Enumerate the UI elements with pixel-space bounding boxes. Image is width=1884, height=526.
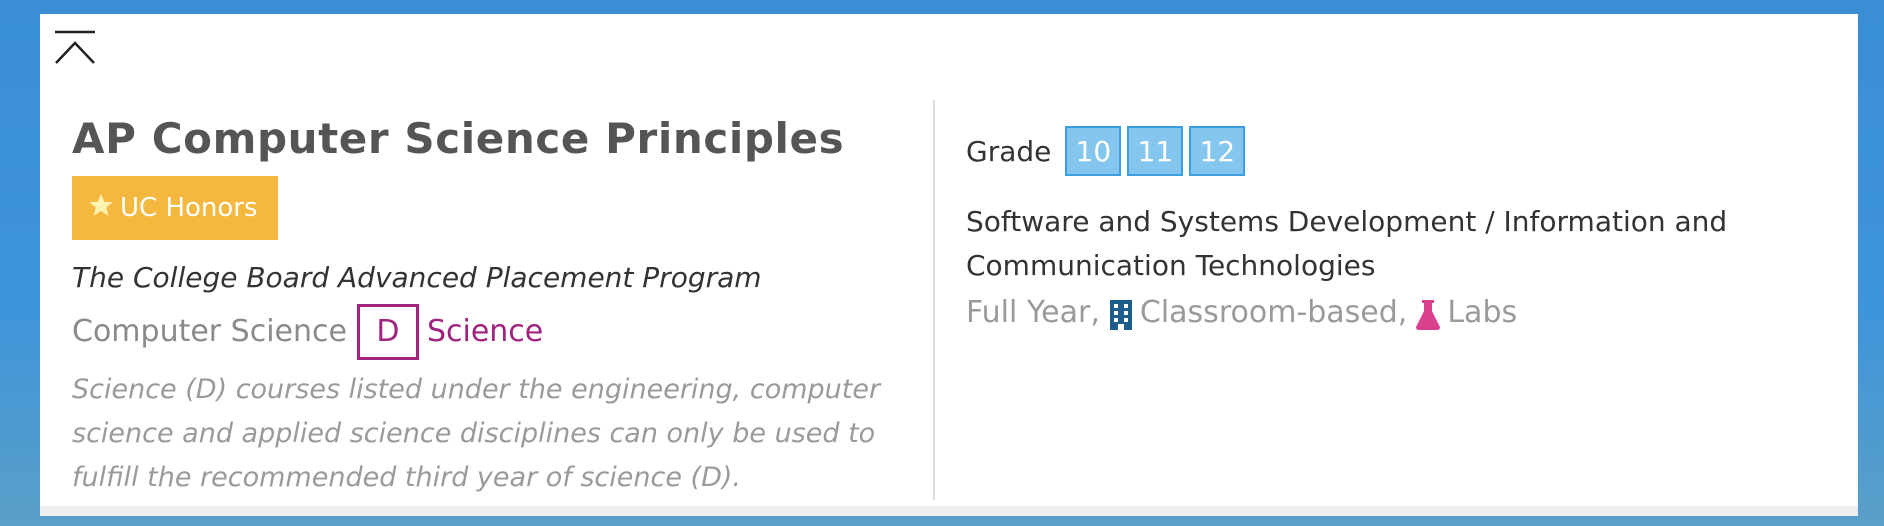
course-title: AP Computer Science Principles [72,114,845,163]
card-footer-strip [40,506,1858,516]
program-name: The College Board Advanced Placement Pro… [72,261,762,294]
collapse-icon[interactable] [54,30,96,66]
requirement-letter-badge[interactable]: D [356,304,419,360]
grade-chip: 11 [1127,126,1184,176]
course-summary: AP Computer Science Principles UC Honors… [72,110,912,500]
grade-label: Grade [966,134,1052,168]
requirement-link[interactable]: Science [427,311,543,353]
column-divider [933,100,935,500]
labs-text: Labs [1447,295,1518,330]
building-icon [1108,298,1134,330]
course-card: AP Computer Science Principles UC Honors… [40,14,1858,516]
format-text: Classroom-based, [1139,295,1408,330]
course-attributes: Full Year, Classroom-based, Labs [966,290,1826,336]
pathway-name: Software and Systems Development / Infor… [966,205,1728,282]
course-details: Grade 10 11 12 Software and Systems Deve… [966,126,1826,336]
honors-badge: UC Honors [72,176,278,240]
grade-chip: 12 [1189,126,1246,176]
star-icon [88,192,114,218]
duration-text: Full Year, [966,295,1100,330]
grade-row: Grade 10 11 12 [966,126,1826,176]
requirement-note: Science (D) courses listed under the eng… [72,374,881,493]
honors-badge-label: UC Honors [120,193,258,223]
grade-chip: 10 [1065,126,1122,176]
subject-name: Computer Science [72,314,347,349]
subject-line: Computer Science D Science [72,304,912,360]
flask-icon [1415,298,1441,330]
